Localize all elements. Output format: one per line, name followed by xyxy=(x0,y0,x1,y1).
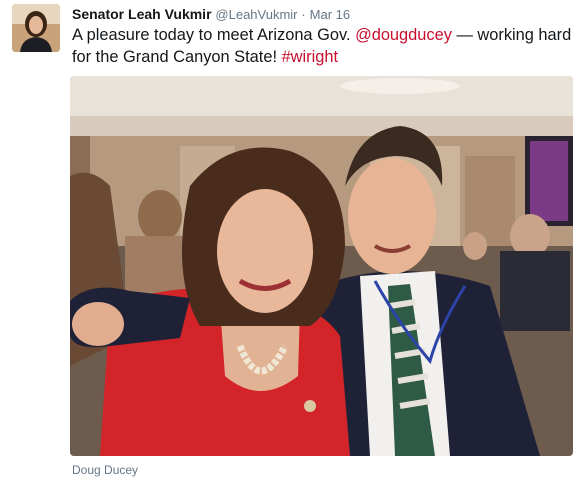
avatar-image xyxy=(12,4,60,52)
author-name[interactable]: Senator Leah Vukmir xyxy=(72,6,212,22)
mention-link[interactable]: @dougducey xyxy=(355,26,452,44)
tweet-text: A pleasure today to meet Arizona Gov. @d… xyxy=(72,24,572,68)
header-separator: · xyxy=(301,7,306,22)
hashtag-link[interactable]: #wiright xyxy=(282,48,338,66)
tweet-photo[interactable] xyxy=(70,76,573,456)
author-handle[interactable]: @LeahVukmir xyxy=(215,7,297,22)
tweet-header: Senator Leah Vukmir @LeahVukmir · Mar 16 xyxy=(72,5,574,24)
photo-tag-caption[interactable]: Doug Ducey xyxy=(72,463,138,477)
photo-image xyxy=(70,76,573,456)
tweet-text-part: A pleasure today to meet Arizona Gov. xyxy=(72,26,356,44)
tweet[interactable]: Senator Leah Vukmir @LeahVukmir · Mar 16… xyxy=(0,0,584,483)
author-avatar[interactable] xyxy=(12,4,60,52)
tweet-timestamp[interactable]: Mar 16 xyxy=(310,7,350,22)
